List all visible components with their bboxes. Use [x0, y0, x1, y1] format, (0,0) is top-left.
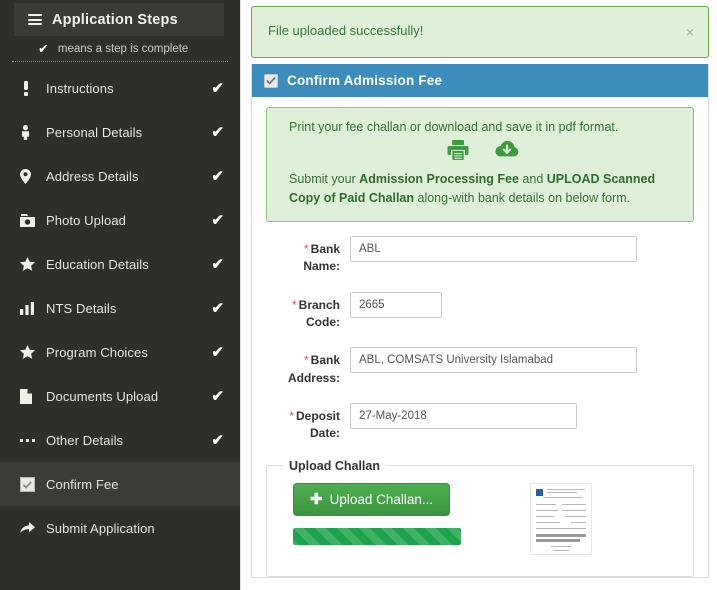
plus-icon: ✚: [310, 490, 323, 508]
form-row-bank-name: * Bank Name:: [266, 235, 694, 276]
notice-text-d: along-with bank details on below form.: [414, 191, 631, 206]
application-form-screen: Application Steps ✔ means a step is comp…: [0, 0, 717, 590]
file-icon: [20, 388, 42, 404]
upload-progress-bar: [293, 527, 461, 545]
success-alert-message: File uploaded successfully!: [268, 23, 424, 38]
sidebar-legend: ✔ means a step is complete: [12, 36, 228, 62]
sidebar-item-label: Instructions: [46, 80, 114, 96]
sidebar-item-label: Education Details: [46, 256, 149, 272]
required-marker: *: [289, 409, 294, 424]
challan-action-icons: [289, 138, 677, 162]
upload-challan-button[interactable]: ✚ Upload Challan...: [293, 482, 451, 516]
star-icon: [20, 345, 42, 359]
uploaded-challan-thumbnail[interactable]: [530, 482, 592, 555]
user-icon: [20, 124, 42, 140]
sidebar-title: Application Steps: [52, 11, 178, 28]
upload-challan-section: Upload Challan ✚ Upload Challan...: [266, 458, 694, 577]
upload-challan-legend: Upload Challan: [289, 458, 380, 473]
main-content: File uploaded successfully! × Confirm Ad…: [240, 0, 717, 590]
sidebar-header: Application Steps: [14, 3, 224, 36]
sidebar-item-label: NTS Details: [46, 300, 117, 316]
map-marker-icon: [20, 168, 42, 184]
panel-title: Confirm Admission Fee: [287, 73, 443, 88]
bank-address-label: * Bank Address:: [266, 347, 350, 387]
thumbnail-logo-icon: [536, 488, 543, 496]
exclamation-icon: [20, 80, 42, 96]
required-marker: *: [303, 353, 309, 368]
form-row-branch-code: * Branch Code:: [266, 291, 694, 332]
bank-address-input[interactable]: [350, 347, 637, 374]
deposit-date-input[interactable]: [350, 403, 577, 430]
notice-line-two: Submit your Admission Processing Fee and…: [289, 170, 677, 209]
success-alert: File uploaded successfully! ×: [251, 6, 709, 58]
close-icon[interactable]: ×: [686, 18, 696, 39]
panel-body: Print your fee challan or download and s…: [252, 97, 708, 577]
step-complete-check-icon: ✔: [211, 431, 224, 449]
sidebar-item-program-choices[interactable]: Program Choices ✔: [0, 330, 240, 374]
notice-bold-fee: Admission Processing Fee: [359, 172, 519, 186]
sidebar-item-label: Other Details: [46, 432, 124, 448]
sidebar-item-education-details[interactable]: Education Details ✔: [0, 242, 240, 286]
label-text: Bank Address:: [287, 353, 340, 385]
sidebar-item-confirm-fee[interactable]: Confirm Fee: [0, 462, 240, 506]
step-complete-check-icon: ✔: [211, 79, 224, 97]
bank-name-input[interactable]: [350, 235, 637, 262]
form-row-deposit-date: * Deposit Date:: [266, 403, 694, 443]
sidebar-item-address-details[interactable]: Address Details ✔: [0, 154, 240, 198]
step-complete-check-icon: ✔: [211, 211, 224, 229]
hamburger-icon[interactable]: [28, 14, 42, 25]
star-icon: [20, 257, 42, 271]
sidebar-item-other-details[interactable]: Other Details ✔: [0, 418, 240, 462]
label-text: Branch Code:: [298, 297, 340, 329]
upload-challan-button-label: Upload Challan...: [329, 491, 434, 507]
checkbox-icon: [20, 476, 42, 492]
label-text: Deposit Date:: [295, 409, 340, 441]
sidebar-item-submit-application[interactable]: Submit Application: [0, 506, 240, 550]
share-arrow-icon: [20, 522, 42, 534]
step-complete-check-icon: ✔: [211, 299, 224, 317]
branch-code-input[interactable]: [350, 291, 442, 318]
deposit-date-label: * Deposit Date:: [266, 403, 350, 443]
bank-name-label: * Bank Name:: [266, 236, 350, 276]
sidebar-item-documents-upload[interactable]: Documents Upload ✔: [0, 374, 240, 418]
camera-icon: [20, 213, 42, 227]
sidebar-step-list: Instructions ✔ Personal Details ✔ Addres…: [0, 66, 240, 550]
checkbox-checked-icon: [264, 73, 278, 88]
required-marker: *: [303, 241, 309, 256]
step-complete-check-icon: ✔: [211, 343, 224, 361]
sidebar-item-nts-details[interactable]: NTS Details ✔: [0, 286, 240, 330]
check-icon: ✔: [38, 41, 49, 56]
branch-code-label: * Branch Code:: [266, 292, 350, 332]
sidebar-item-label: Program Choices: [46, 344, 148, 360]
notice-line-one: Print your fee challan or download and s…: [289, 120, 619, 134]
required-marker: *: [291, 297, 297, 312]
sidebar-legend-label: means a step is complete: [57, 42, 189, 55]
ellipsis-icon: [20, 438, 42, 443]
sidebar-item-photo-upload[interactable]: Photo Upload ✔: [0, 198, 240, 242]
sidebar-item-label: Address Details: [46, 168, 139, 184]
form-row-bank-address: * Bank Address:: [266, 347, 694, 387]
confirm-admission-fee-panel: Confirm Admission Fee Print your fee cha…: [251, 64, 709, 578]
notice-text-a: Submit your: [289, 172, 360, 186]
upload-progress: [293, 527, 461, 545]
step-complete-check-icon: ✔: [211, 255, 224, 273]
sidebar-item-label: Submit Application: [46, 520, 155, 536]
sidebar-item-label: Personal Details: [46, 124, 143, 140]
sidebar-item-label: Documents Upload: [46, 388, 159, 404]
printer-icon[interactable]: [446, 138, 470, 162]
panel-header: Confirm Admission Fee: [252, 64, 708, 97]
sidebar-item-instructions[interactable]: Instructions ✔: [0, 66, 240, 110]
step-complete-check-icon: ✔: [211, 167, 224, 185]
step-complete-check-icon: ✔: [211, 387, 224, 405]
cloud-download-icon[interactable]: [494, 139, 520, 161]
sidebar-item-label: Photo Upload: [46, 212, 126, 228]
fee-instructions-notice: Print your fee challan or download and s…: [266, 107, 694, 222]
step-complete-check-icon: ✔: [211, 123, 224, 141]
sidebar-item-label: Confirm Fee: [46, 476, 119, 492]
application-steps-sidebar: Application Steps ✔ means a step is comp…: [0, 0, 240, 590]
sidebar-item-personal-details[interactable]: Personal Details ✔: [0, 110, 240, 154]
notice-text-c: and: [518, 172, 547, 186]
bar-chart-icon: [20, 301, 42, 315]
